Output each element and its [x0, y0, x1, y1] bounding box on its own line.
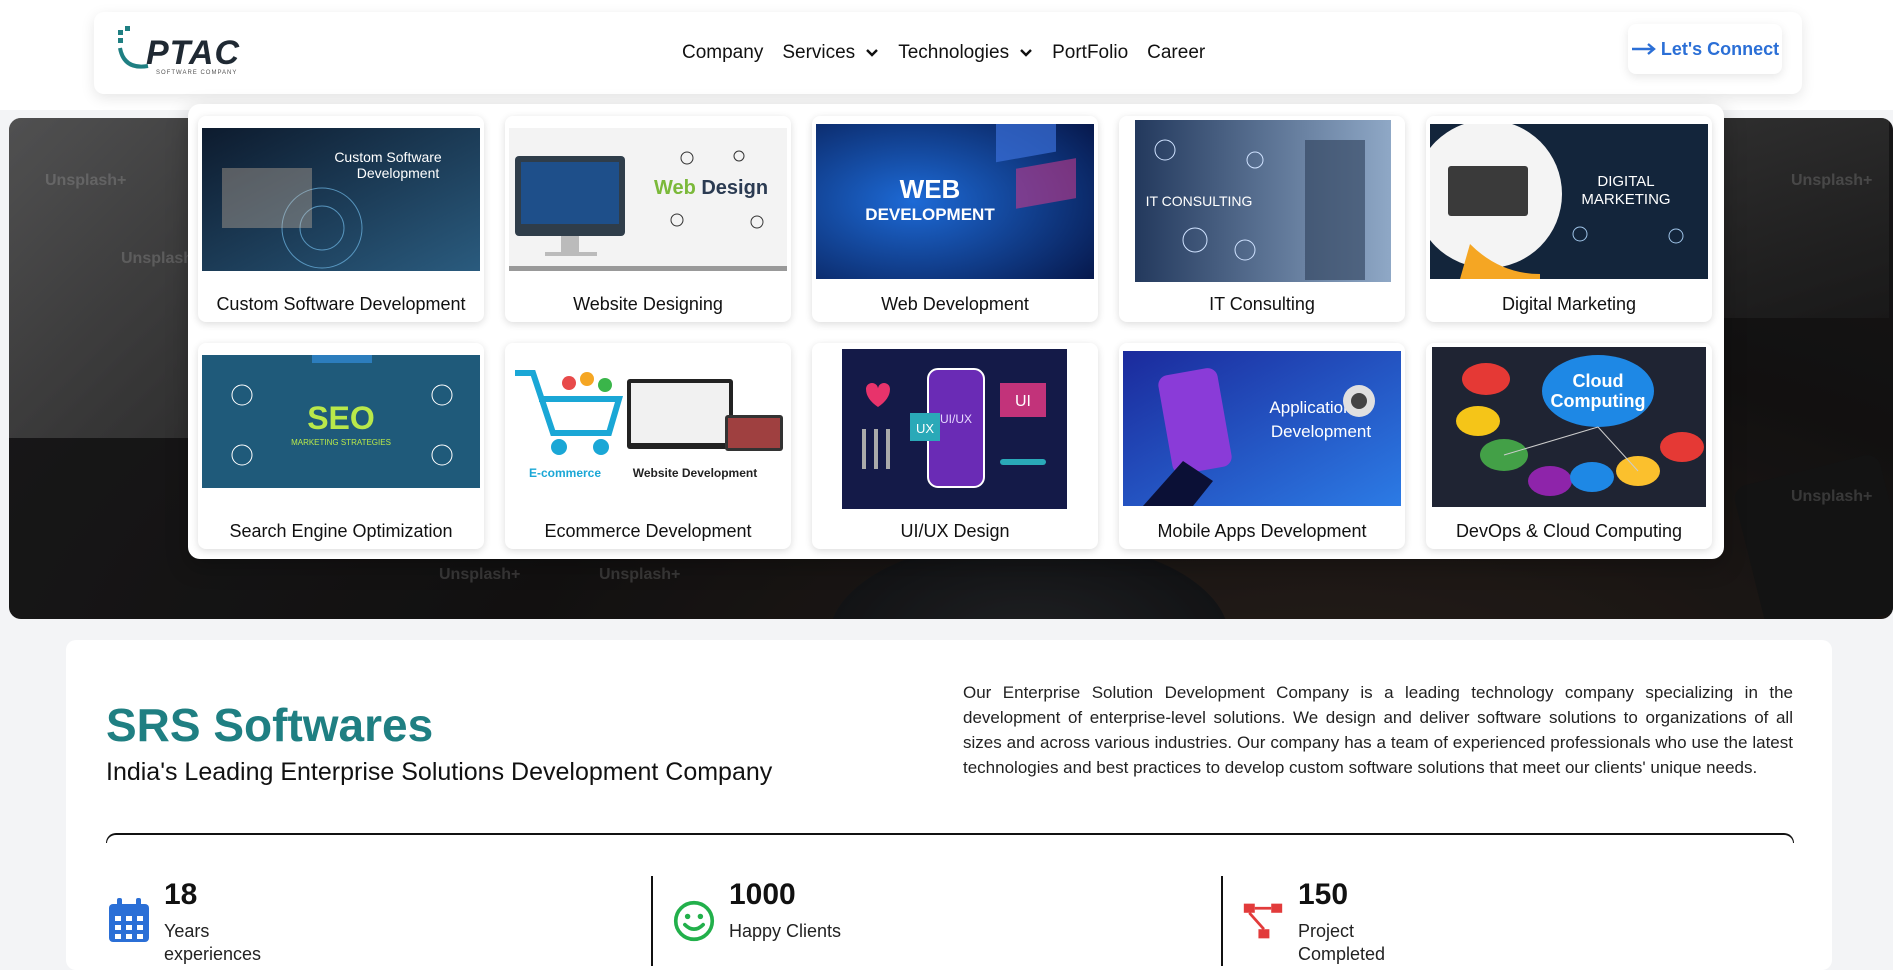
- service-thumbnail: Custom Software Development: [202, 128, 480, 271]
- intro-panel: SRS Softwares India's Leading Enterprise…: [66, 640, 1832, 970]
- lets-connect-button[interactable]: Let's Connect: [1628, 24, 1782, 74]
- watermark-text: Unsplash+: [45, 172, 127, 189]
- stat-value: 18: [164, 878, 198, 911]
- svg-text:MARKETING STRATEGIES: MARKETING STRATEGIES: [291, 438, 391, 447]
- service-card-custom-software[interactable]: Custom Software Development Custom Softw…: [198, 116, 484, 322]
- stat-label: Project Completed: [1298, 921, 1386, 964]
- svg-text:Cloud: Cloud: [1573, 371, 1624, 391]
- flowchart-icon: [1243, 903, 1283, 939]
- nav-technologies-label: Technologies: [898, 42, 1010, 63]
- main-nav: Company Services Technologies PortFolio …: [682, 42, 1224, 64]
- svg-text:Development: Development: [1271, 422, 1371, 441]
- service-card-seo[interactable]: SEO MARKETING STRATEGIES Search Engine O…: [198, 343, 484, 549]
- service-label: Website Designing: [573, 294, 723, 314]
- smiley-icon: [673, 900, 715, 942]
- logo-subtext: SOFTWARE COMPANY: [156, 70, 238, 76]
- stat-clients: 1000 Happy Clients: [673, 878, 973, 968]
- stat-label: Years experiences: [164, 921, 262, 964]
- logo-text: PTAC: [146, 34, 241, 72]
- service-thumbnail: Web Design: [509, 128, 787, 271]
- company-subtitle: India's Leading Enterprise Solutions Dev…: [106, 758, 773, 786]
- svg-text:Application: Application: [1269, 398, 1352, 417]
- service-card-ui-ux[interactable]: UX UI/UX UI UI/UX Design: [812, 343, 1098, 549]
- section-divider: [106, 833, 1794, 843]
- navbar: PTAC SOFTWARE COMPANY Company Services T…: [94, 12, 1802, 94]
- services-dropdown: Custom Software Development Custom Softw…: [188, 104, 1724, 559]
- service-card-ecommerce[interactable]: E-commerce Website Development Ecommerce…: [505, 343, 791, 549]
- service-label: Custom Software Development: [216, 294, 466, 314]
- service-card-mobile-apps[interactable]: Application Development Mobile Apps Deve…: [1119, 343, 1405, 549]
- arrow-right-icon: [1631, 43, 1656, 55]
- service-thumbnail: Application Development: [1123, 351, 1401, 506]
- service-label: DevOps & Cloud Computing: [1455, 521, 1683, 541]
- watermark-text: Unsplash+: [1791, 488, 1873, 505]
- watermark-text: Unsplash+: [1791, 172, 1873, 189]
- logo[interactable]: PTAC SOFTWARE COMPANY: [116, 26, 246, 76]
- watermark-text: Unsplash+: [599, 566, 681, 583]
- nav-career-label: Career: [1147, 42, 1206, 63]
- svg-text:Website Development: Website Development: [633, 466, 757, 480]
- service-label: Search Engine Optimization: [229, 521, 453, 541]
- service-label: Digital Marketing: [1501, 294, 1637, 314]
- stat-years: 18 Years experiences: [108, 878, 408, 968]
- svg-text:UI/UX: UI/UX: [940, 412, 972, 426]
- chevron-down-icon: [866, 49, 879, 57]
- svg-text:IT CONSULTING: IT CONSULTING: [1146, 193, 1253, 209]
- service-thumbnail: DIGITAL MARKETING: [1430, 124, 1708, 279]
- service-thumbnail: E-commerce Website Development: [509, 359, 787, 499]
- nav-career[interactable]: Career: [1147, 42, 1205, 64]
- stat-value: 1000: [729, 878, 796, 911]
- service-thumbnail: UX UI/UX UI: [842, 349, 1067, 509]
- service-card-it-consulting[interactable]: IT CONSULTING IT Consulting: [1119, 116, 1405, 322]
- svg-text:E-commerce: E-commerce: [529, 466, 601, 480]
- service-thumbnail: SEO MARKETING STRATEGIES: [202, 355, 480, 488]
- watermark-text: Unsplash+: [439, 566, 521, 583]
- svg-text:Web Design: Web Design: [654, 177, 768, 199]
- service-thumbnail: WEB DEVELOPMENT: [816, 124, 1094, 279]
- svg-text:Custom Software: Custom Software: [334, 149, 442, 165]
- nav-technologies[interactable]: Technologies: [898, 42, 1033, 64]
- service-label: IT Consulting: [1209, 294, 1315, 314]
- svg-text:DEVELOPMENT: DEVELOPMENT: [865, 205, 995, 224]
- chevron-down-icon: [1020, 49, 1032, 57]
- service-thumbnail: IT CONSULTING: [1135, 120, 1391, 282]
- svg-text:Computing: Computing: [1551, 391, 1646, 411]
- nav-services-label: Services: [782, 42, 856, 63]
- stat-projects: 150 Project Completed: [1242, 878, 1542, 968]
- svg-text:SEO: SEO: [307, 400, 375, 436]
- company-description: Our Enterprise Solution Development Comp…: [963, 683, 1793, 777]
- svg-text:Development: Development: [357, 165, 440, 181]
- nav-portfolio[interactable]: PortFolio: [1052, 42, 1128, 64]
- nav-company-label: Company: [682, 42, 764, 63]
- service-label: Web Development: [881, 294, 1029, 314]
- svg-text:UX: UX: [916, 421, 934, 436]
- lets-connect-label: Let's Connect: [1660, 38, 1780, 59]
- svg-text:MARKETING: MARKETING: [1581, 191, 1670, 208]
- service-card-devops-cloud[interactable]: Cloud Computing DevOps & Cloud Computing: [1426, 343, 1712, 549]
- svg-text:WEB: WEB: [900, 174, 961, 204]
- service-card-website-designing[interactable]: Web Design Website Designing: [505, 116, 791, 322]
- service-card-web-development[interactable]: WEB DEVELOPMENT Web Development: [812, 116, 1098, 322]
- nav-services[interactable]: Services: [782, 42, 879, 64]
- stat-value: 150: [1298, 878, 1349, 911]
- service-label: Mobile Apps Development: [1157, 521, 1367, 541]
- service-thumbnail: Cloud Computing: [1432, 347, 1706, 507]
- calendar-icon: [109, 898, 149, 942]
- service-label: UI/UX Design: [900, 521, 1010, 541]
- stat-divider: [651, 876, 653, 966]
- svg-text:UI: UI: [1015, 393, 1031, 410]
- svg-text:DIGITAL: DIGITAL: [1597, 173, 1654, 190]
- service-card-digital-marketing[interactable]: DIGITAL MARKETING Digital Marketing: [1426, 116, 1712, 322]
- service-label: Ecommerce Development: [544, 521, 752, 541]
- company-title: SRS Softwares: [106, 699, 434, 751]
- stat-divider: [1221, 876, 1223, 966]
- stat-label: Happy Clients: [729, 921, 842, 941]
- nav-company[interactable]: Company: [682, 42, 763, 64]
- nav-portfolio-label: PortFolio: [1052, 42, 1129, 63]
